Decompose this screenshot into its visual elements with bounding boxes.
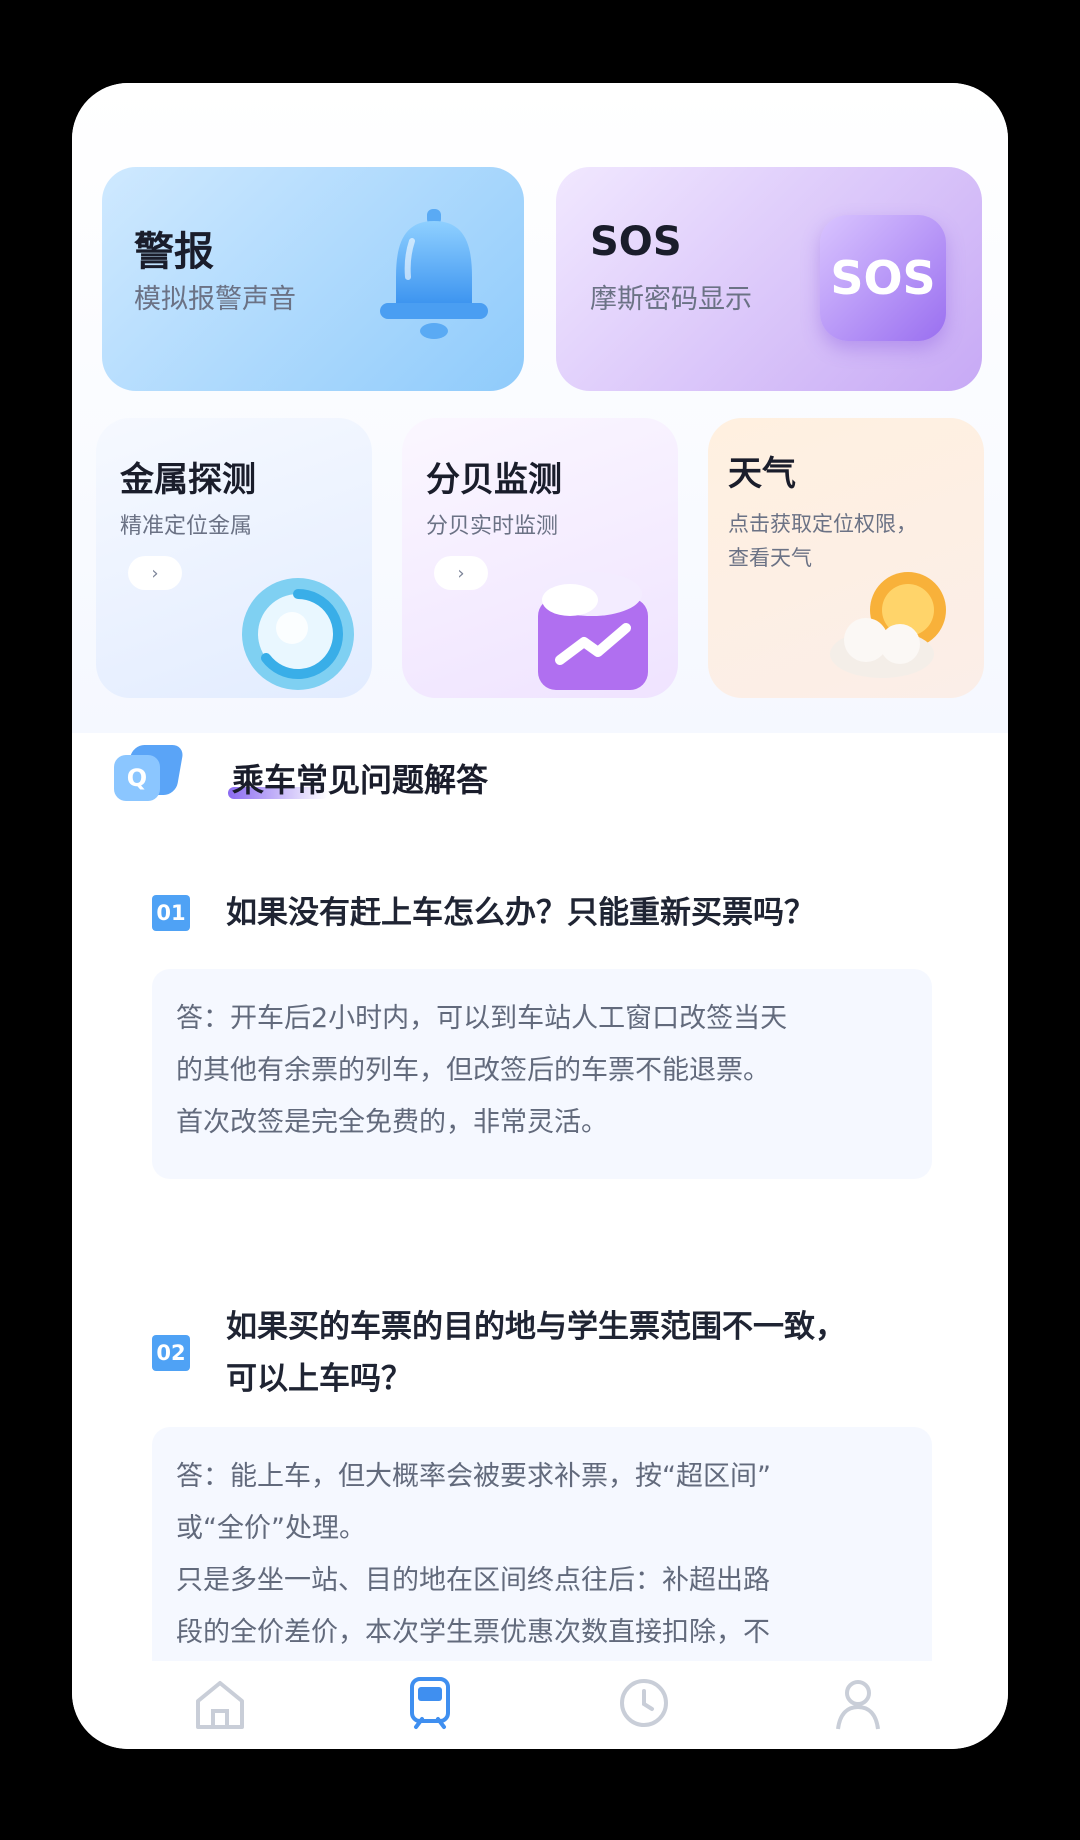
sos-icon: SOS [820, 215, 946, 341]
chevron-right-icon: › [457, 562, 465, 584]
home-icon [196, 1681, 244, 1729]
answer-line: 只是多坐一站、目的地在区间终点往后：补超出路 [176, 1565, 770, 1596]
question-title-line: 可以上车吗？ [226, 1361, 412, 1397]
sos-card[interactable]: SOS 摩斯密码显示 SOS [556, 167, 982, 391]
answer-line: 的其他有余票的列车，但改签后的车票不能退票。 [176, 1055, 770, 1086]
decibel-chart-icon [538, 572, 648, 690]
sos-badge-text: SOS [830, 251, 936, 305]
answer-line: 首次改签是完全免费的，非常灵活。 [176, 1107, 608, 1138]
sos-title: SOS [590, 219, 682, 265]
metal-detect-card[interactable]: 金属探测 精准定位金属 › [96, 418, 372, 698]
weather-title: 天气 [728, 454, 796, 494]
nav-history[interactable] [614, 1673, 674, 1733]
bell-icon [380, 209, 488, 339]
answer-line: 或“全价”处理。 [176, 1513, 366, 1544]
bottom-nav [72, 1661, 1008, 1749]
nav-profile[interactable] [828, 1673, 888, 1733]
user-icon [836, 1680, 880, 1730]
chevron-right-icon: › [151, 562, 159, 584]
decibel-title: 分贝监测 [426, 460, 562, 500]
answer-line: 答：能上车，但大概率会被要求补票，按“超区间” [176, 1461, 771, 1492]
phone-screen: 警报 模拟报警声音 SOS 摩斯密码显示 SOS 金属探测 精准定位金属 › 分… [72, 83, 1008, 1749]
train-icon [410, 1677, 450, 1729]
clock-icon [620, 1679, 668, 1727]
nav-train[interactable] [400, 1673, 460, 1733]
nav-home[interactable] [190, 1673, 250, 1733]
weather-subtitle-line1: 点击获取定位权限， [728, 512, 917, 536]
sos-subtitle: 摩斯密码显示 [590, 284, 752, 315]
question-title: 如果没有赶上车怎么办？只能重新买票吗？ [226, 895, 815, 931]
metal-subtitle: 精准定位金属 [120, 514, 253, 539]
metal-title: 金属探测 [120, 460, 256, 500]
alarm-title: 警报 [134, 229, 214, 275]
question-title-line: 如果买的车票的目的地与学生票范围不一致， [226, 1309, 846, 1345]
question-number-badge: 02 [152, 1335, 190, 1371]
question-number-badge: 01 [152, 895, 190, 931]
metal-detector-icon [242, 578, 354, 690]
decibel-subtitle: 分贝实时监测 [426, 514, 559, 539]
tools-area: 警报 模拟报警声音 SOS 摩斯密码显示 SOS 金属探测 精准定位金属 › 分… [72, 83, 1008, 733]
decibel-card[interactable]: 分贝监测 分贝实时监测 › [402, 418, 678, 698]
answer-box: 答：开车后2小时内，可以到车站人工窗口改签当天 的其他有余票的列车，但改签后的车… [152, 969, 932, 1179]
decibel-arrow-button[interactable]: › [434, 556, 488, 590]
metal-arrow-button[interactable]: › [128, 556, 182, 590]
weather-subtitle-line2: 查看天气 [728, 546, 812, 570]
answer-line: 段的全价差价，本次学生票优惠次数直接扣除，不 [176, 1617, 770, 1648]
alarm-card[interactable]: 警报 模拟报警声音 [102, 167, 524, 391]
faq-section-title: 乘车常见问题解答 [232, 761, 489, 799]
weather-card[interactable]: 天气 点击获取定位权限， 查看天气 [708, 418, 984, 698]
faq-q-letter: Q [126, 764, 148, 792]
alarm-subtitle: 模拟报警声音 [134, 284, 296, 315]
faq-section-header: Q 乘车常见问题解答 [114, 743, 714, 803]
answer-line: 答：开车后2小时内，可以到车站人工窗口改签当天 [176, 1003, 788, 1034]
faq-q-icon: Q [114, 743, 185, 803]
sun-cloud-icon [830, 572, 946, 678]
